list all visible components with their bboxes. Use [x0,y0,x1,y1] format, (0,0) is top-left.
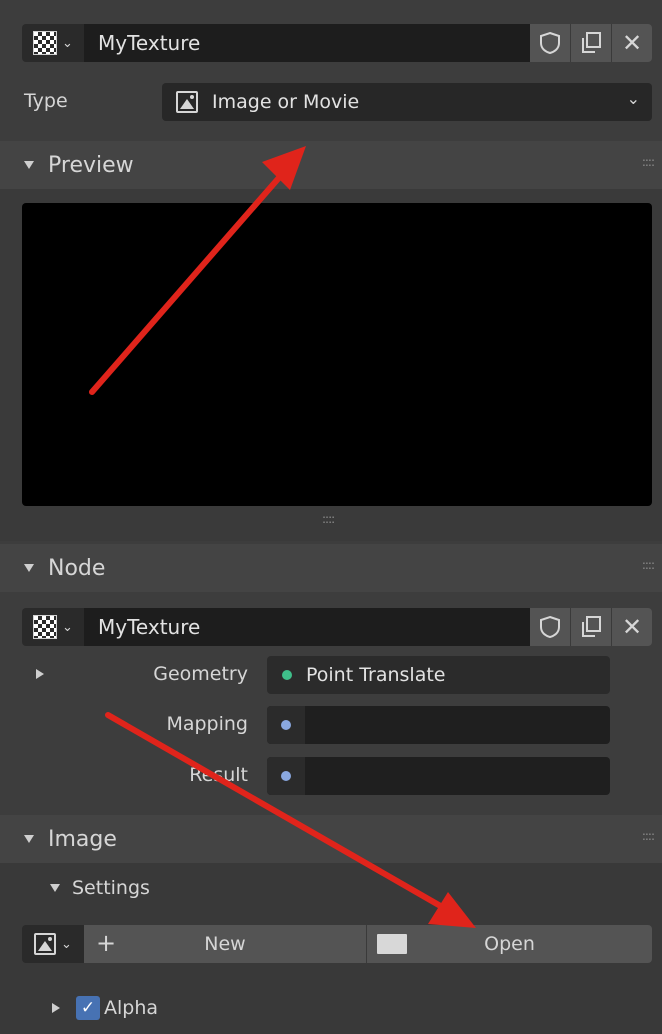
arrow-to-type-dropdown [89,169,287,395]
arrow-head-icon [262,146,306,190]
arrow-to-open-button [105,712,447,911]
arrow-head-icon [428,892,476,928]
annotation-arrows [89,146,476,928]
